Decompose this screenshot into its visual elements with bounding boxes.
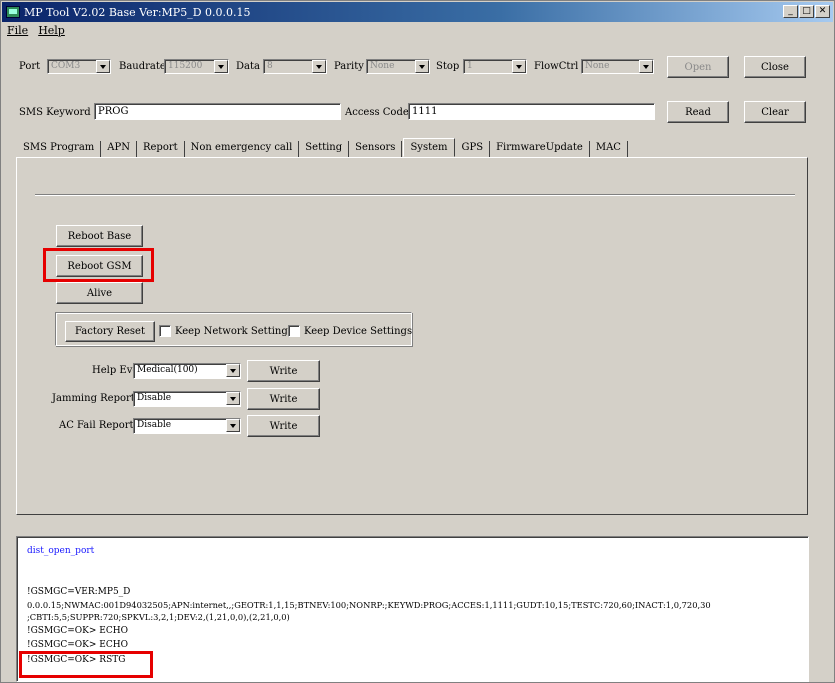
tab-apn[interactable]: APN bbox=[101, 141, 137, 157]
chevron-down-icon[interactable] bbox=[415, 60, 429, 73]
data-value: 8 bbox=[267, 61, 273, 71]
port-value: COM3 bbox=[51, 61, 81, 71]
log-line: !GSMGC=OK> ECHO bbox=[27, 626, 128, 636]
stop-select[interactable]: 1 bbox=[463, 59, 527, 74]
parity-value: None bbox=[370, 61, 395, 71]
log-line: dist_open_port bbox=[27, 546, 95, 556]
log-line: ;CBTI:5,5;SUPPR:720;SPKVL:3,2,1;DEV:2,(1… bbox=[27, 612, 290, 622]
data-select[interactable]: 8 bbox=[263, 59, 327, 74]
stop-value: 1 bbox=[467, 61, 473, 71]
app-icon bbox=[6, 6, 20, 18]
ac-fail-write-button[interactable]: Write bbox=[247, 415, 320, 437]
menu-help[interactable]: Help bbox=[38, 24, 65, 38]
baudrate-label: Baudrate bbox=[119, 61, 166, 72]
ac-fail-report-select[interactable]: Disable bbox=[133, 418, 241, 434]
app-window: MP Tool V2.02 Base Ver:MP5_D 0.0.0.15 _ … bbox=[0, 0, 835, 683]
sms-keyword-label: SMS Keyword bbox=[19, 107, 91, 118]
sms-keyword-input[interactable]: PROG bbox=[94, 103, 341, 120]
keep-device-label: Keep Device Settings bbox=[304, 326, 413, 337]
access-code-label: Access Code bbox=[345, 107, 409, 118]
separator bbox=[35, 194, 795, 196]
log-line: !GSMGC=OK> ECHO bbox=[27, 640, 128, 650]
highlight-box bbox=[19, 651, 153, 678]
data-label: Data bbox=[236, 61, 260, 72]
parity-label: Parity bbox=[334, 61, 364, 72]
close-button[interactable]: Close bbox=[744, 56, 806, 78]
keep-network-checkbox[interactable] bbox=[159, 325, 171, 337]
port-label: Port bbox=[19, 61, 41, 72]
tab-report[interactable]: Report bbox=[137, 141, 185, 157]
alive-button[interactable]: Alive bbox=[56, 282, 143, 304]
flowctrl-value: None bbox=[585, 61, 610, 71]
highlight-box bbox=[43, 248, 154, 282]
chevron-down-icon[interactable] bbox=[639, 60, 653, 73]
port-select[interactable]: COM3 bbox=[47, 59, 111, 74]
title-bar[interactable]: MP Tool V2.02 Base Ver:MP5_D 0.0.0.15 _ … bbox=[2, 2, 833, 22]
window-controls: _ □ ✕ bbox=[783, 5, 830, 18]
keep-network-label: Keep Network Settings bbox=[175, 326, 293, 337]
keep-device-checkbox[interactable] bbox=[288, 325, 300, 337]
log-line: !GSMGC=VER:MP5_D bbox=[27, 587, 131, 597]
tab-non-emergency-call[interactable]: Non emergency call bbox=[185, 141, 300, 157]
chevron-down-icon[interactable] bbox=[226, 392, 240, 405]
tab-setting[interactable]: Setting bbox=[299, 141, 350, 157]
flowctrl-select[interactable]: None bbox=[581, 59, 654, 74]
help-event-value: Medical(100) bbox=[137, 365, 198, 375]
close-window-button[interactable]: ✕ bbox=[815, 5, 830, 18]
log-line: 0.0.0.15;NWMAC:001D94032505;APN:internet… bbox=[27, 600, 711, 610]
chevron-down-icon[interactable] bbox=[512, 60, 526, 73]
jamming-report-value: Disable bbox=[137, 393, 172, 403]
window-title: MP Tool V2.02 Base Ver:MP5_D 0.0.0.15 bbox=[24, 5, 251, 19]
access-code-input[interactable]: 1111 bbox=[408, 103, 655, 120]
reboot-base-button[interactable]: Reboot Base bbox=[56, 225, 143, 247]
flowctrl-label: FlowCtrl bbox=[534, 61, 579, 72]
tab-firmware-update[interactable]: FirmwareUpdate bbox=[490, 141, 590, 157]
tab-bar: SMS Program APN Report Non emergency cal… bbox=[17, 138, 628, 157]
clear-button[interactable]: Clear bbox=[744, 101, 806, 123]
chevron-down-icon[interactable] bbox=[226, 419, 240, 432]
ac-fail-report-label: AC Fail Report bbox=[59, 420, 134, 431]
chevron-down-icon[interactable] bbox=[226, 364, 240, 377]
jamming-report-label: Jamming Report bbox=[52, 393, 135, 404]
tab-gps[interactable]: GPS bbox=[456, 141, 491, 157]
jamming-report-select[interactable]: Disable bbox=[133, 391, 241, 407]
maximize-button[interactable]: □ bbox=[799, 5, 814, 18]
help-event-write-button[interactable]: Write bbox=[247, 360, 320, 382]
ac-fail-report-value: Disable bbox=[137, 420, 172, 430]
minimize-button[interactable]: _ bbox=[783, 5, 798, 18]
tab-sms-program[interactable]: SMS Program bbox=[17, 141, 102, 157]
tab-system[interactable]: System bbox=[403, 138, 455, 157]
baudrate-select[interactable]: 115200 bbox=[164, 59, 229, 74]
chevron-down-icon[interactable] bbox=[312, 60, 326, 73]
stop-label: Stop bbox=[436, 61, 460, 72]
chevron-down-icon[interactable] bbox=[214, 60, 228, 73]
chevron-down-icon[interactable] bbox=[96, 60, 110, 73]
open-button[interactable]: Open bbox=[667, 56, 729, 78]
tab-sensors[interactable]: Sensors bbox=[349, 141, 403, 157]
read-button[interactable]: Read bbox=[667, 101, 729, 123]
jamming-write-button[interactable]: Write bbox=[247, 388, 320, 410]
baudrate-value: 115200 bbox=[168, 61, 203, 71]
parity-select[interactable]: None bbox=[366, 59, 430, 74]
factory-reset-button[interactable]: Factory Reset bbox=[65, 321, 155, 342]
menu-file[interactable]: File bbox=[7, 24, 28, 38]
system-panel: Reboot Base Reboot GSM Alive Factory Res… bbox=[16, 157, 808, 515]
help-event-select[interactable]: Medical(100) bbox=[133, 363, 241, 379]
tab-mac[interactable]: MAC bbox=[590, 141, 628, 157]
log-output[interactable]: dist_open_port !GSMGC=VER:MP5_D 0.0.0.15… bbox=[16, 536, 809, 682]
menu-bar: File Help bbox=[7, 24, 65, 38]
